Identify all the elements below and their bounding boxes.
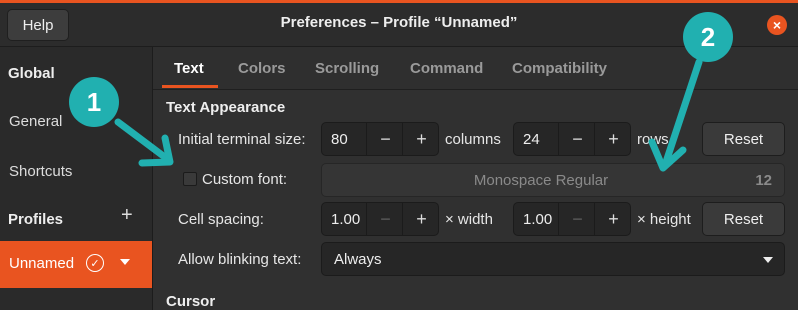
annotation-callout-1: 1 bbox=[69, 77, 119, 127]
annotation-arrows bbox=[114, 58, 703, 172]
annotation-arrow-1-shaft bbox=[114, 118, 170, 162]
annotation-callout-2: 2 bbox=[683, 12, 733, 62]
